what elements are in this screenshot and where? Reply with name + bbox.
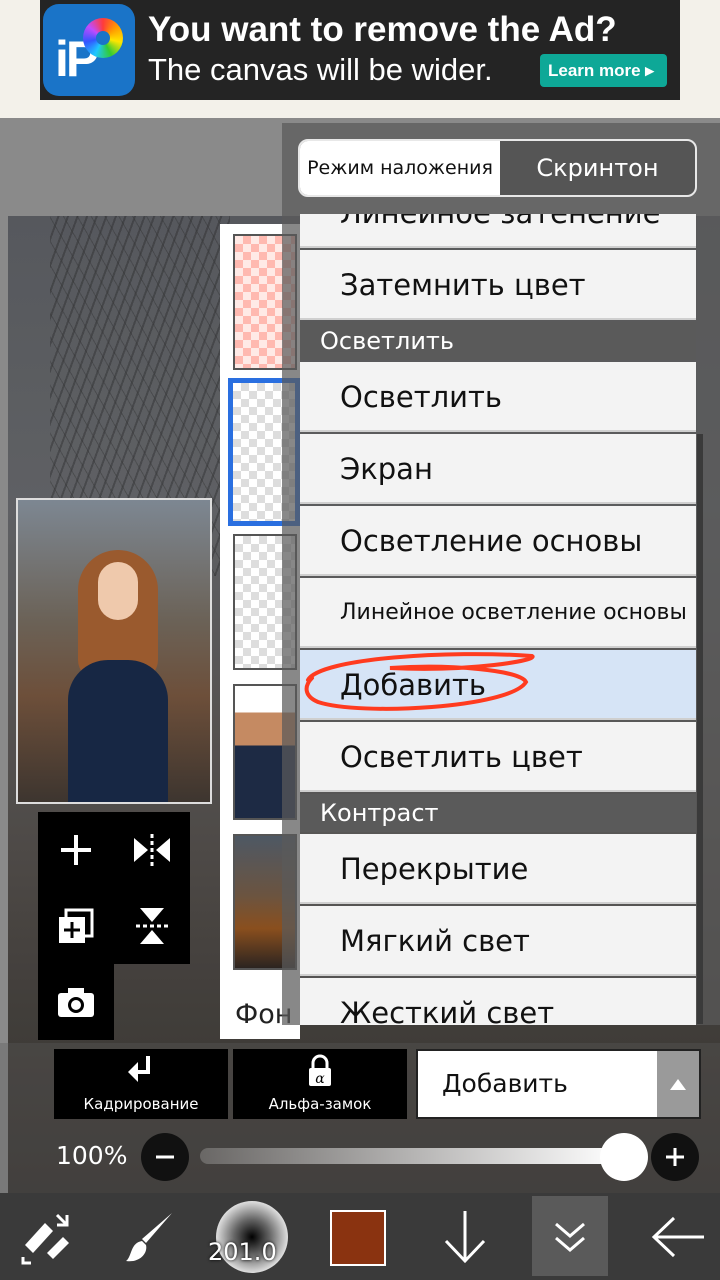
blend-mode-select[interactable]: Добавить bbox=[416, 1049, 701, 1119]
opacity-slider-handle[interactable] bbox=[600, 1133, 648, 1181]
blend-category-lighten: Осветлить bbox=[300, 322, 696, 360]
ad-area: iP You want to remove the Ad? The canvas… bbox=[0, 0, 720, 118]
tab-screentone[interactable]: Скринтон bbox=[500, 141, 695, 195]
svg-text:α: α bbox=[315, 1071, 325, 1087]
arrow-left-icon[interactable] bbox=[640, 1193, 716, 1280]
opacity-decrease-button[interactable] bbox=[141, 1133, 189, 1181]
blend-option-hard-light[interactable]: Жесткий свет bbox=[300, 978, 696, 1025]
chevron-up-icon[interactable] bbox=[657, 1051, 699, 1117]
ad-title: You want to remove the Ad? bbox=[148, 10, 617, 49]
crop-button[interactable]: Кадрирование bbox=[54, 1049, 228, 1119]
blend-category-contrast: Контраст bbox=[300, 794, 696, 832]
tool-switch-icon[interactable] bbox=[10, 1193, 80, 1280]
color-wheel-icon bbox=[83, 18, 123, 58]
blend-option-darker-color[interactable]: Затемнить цвет bbox=[300, 250, 696, 320]
blend-mode-list[interactable]: Линейное затенение Затемнить цвет Осветл… bbox=[300, 214, 696, 1025]
plus-icon bbox=[666, 1148, 684, 1166]
blend-option-linear-burn[interactable]: Линейное затенение bbox=[300, 214, 696, 248]
plus-icon[interactable] bbox=[46, 820, 106, 880]
opacity-slider[interactable] bbox=[200, 1148, 620, 1164]
layer-menu-button[interactable] bbox=[532, 1196, 608, 1276]
color-swatch[interactable] bbox=[330, 1210, 386, 1266]
camera-icon[interactable] bbox=[46, 972, 106, 1032]
ad-subtitle: The canvas will be wider. bbox=[148, 52, 493, 87]
blend-option-screen[interactable]: Экран bbox=[300, 434, 696, 504]
blend-option-lighten[interactable]: Осветлить bbox=[300, 362, 696, 432]
blend-mode-tabs: Режим наложения Скринтон bbox=[298, 139, 697, 197]
blend-option-linear-dodge[interactable]: Линейное осветление основы bbox=[300, 578, 696, 648]
crop-label: Кадрирование bbox=[83, 1095, 199, 1113]
blend-list-scrollbar[interactable] bbox=[697, 434, 703, 1024]
alpha-lock-label: Альфа-замок bbox=[268, 1095, 372, 1113]
alpha-lock-button[interactable]: α Альфа-замок bbox=[233, 1049, 407, 1119]
layer-tools bbox=[38, 812, 190, 964]
ref-face bbox=[98, 562, 138, 620]
tab-blend-mode[interactable]: Режим наложения bbox=[300, 141, 500, 195]
ad-banner[interactable]: iP You want to remove the Ad? The canvas… bbox=[40, 0, 680, 100]
blend-option-overlay[interactable]: Перекрытие bbox=[300, 834, 696, 904]
blend-mode-value: Добавить bbox=[442, 1069, 568, 1098]
blend-option-lighter-color[interactable]: Осветлить цвет bbox=[300, 722, 696, 792]
blend-option-soft-light[interactable]: Мягкий свет bbox=[300, 906, 696, 976]
learn-more-button[interactable]: Learn more ▸ bbox=[540, 54, 667, 87]
arrow-down-icon[interactable] bbox=[430, 1193, 500, 1280]
flip-horizontal-icon[interactable] bbox=[122, 820, 182, 880]
ibispaint-logo-icon: iP bbox=[43, 4, 135, 96]
ref-dress bbox=[68, 660, 168, 802]
flip-vertical-icon[interactable] bbox=[122, 896, 182, 956]
crop-arrow-icon bbox=[54, 1051, 228, 1091]
brush-size-value: 201.0 bbox=[208, 1238, 277, 1266]
opacity-increase-button[interactable] bbox=[651, 1133, 699, 1181]
brush-icon[interactable] bbox=[110, 1193, 190, 1280]
blend-option-color-dodge[interactable]: Осветление основы bbox=[300, 506, 696, 576]
lock-icon: α bbox=[233, 1051, 407, 1091]
hand-drawn-circle-annotation bbox=[304, 652, 535, 711]
reference-thumbnail[interactable] bbox=[16, 498, 212, 804]
opacity-label: 100% bbox=[56, 1141, 128, 1170]
double-chevron-down-icon bbox=[555, 1222, 585, 1252]
duplicate-layer-icon[interactable] bbox=[46, 896, 106, 956]
layer-tools-extra bbox=[38, 964, 114, 1040]
minus-icon bbox=[156, 1155, 174, 1159]
